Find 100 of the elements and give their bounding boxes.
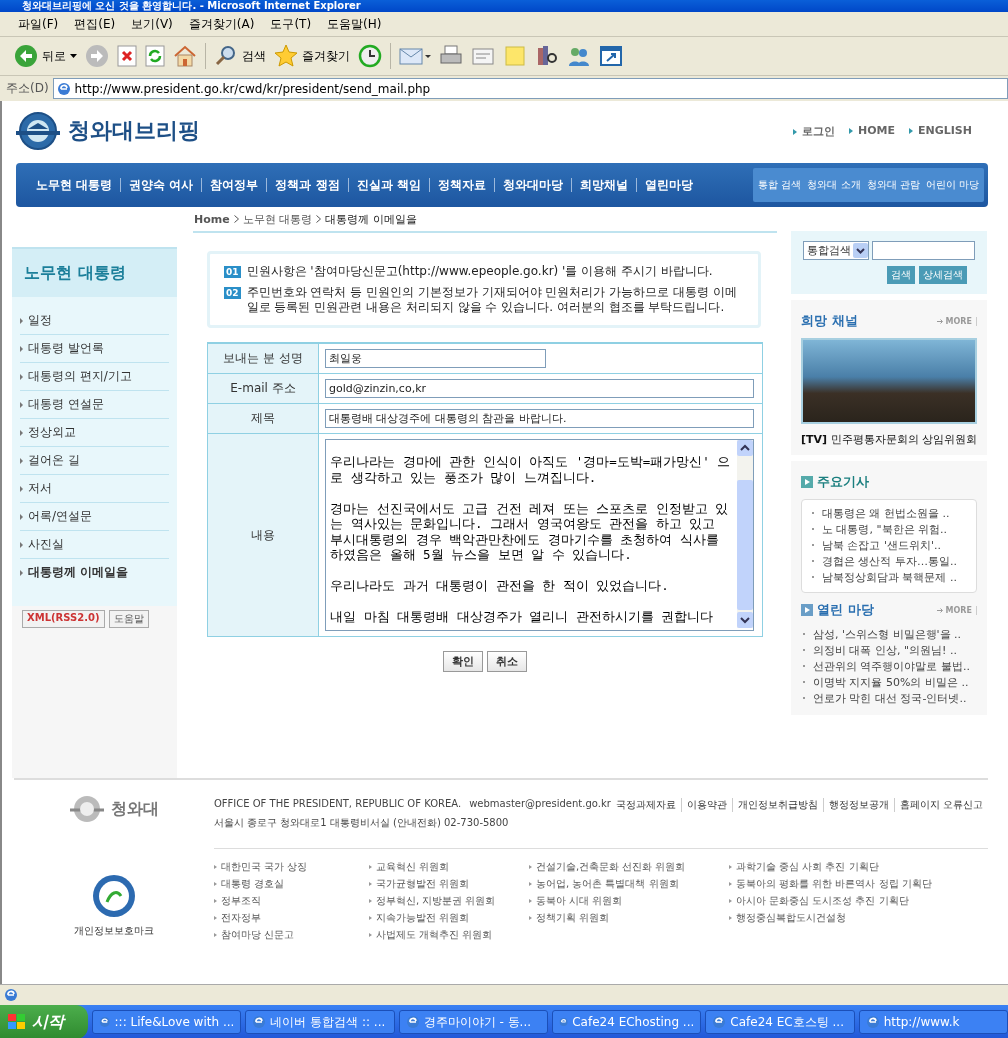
home-icon[interactable] xyxy=(173,44,197,68)
history-icon[interactable] xyxy=(358,44,382,68)
forum-link[interactable]: 삼성, '스위스형 비밀은행'을 .. xyxy=(801,627,977,643)
news-link[interactable]: 노 대통령, "북한은 위험.. xyxy=(810,522,968,538)
footer-link[interactable]: 정책기획 위원회 xyxy=(528,910,729,925)
input-field[interactable]: gold@zinzin,co,kr xyxy=(325,379,754,398)
footer-link[interactable]: 교육혁신 위원회 xyxy=(368,859,529,874)
footer-link[interactable]: 아시아 문화중심 도시조성 추진 기획단 xyxy=(728,893,979,908)
search-field[interactable] xyxy=(872,241,975,260)
footer-link[interactable]: 대통령 경호실 xyxy=(213,876,369,891)
nav-item[interactable]: 참여정부 xyxy=(201,178,267,192)
utility-link[interactable]: 어린이 마당 xyxy=(925,178,979,192)
footer-link[interactable]: 행정정보공개 xyxy=(822,798,894,812)
photo-placeholder[interactable] xyxy=(801,338,977,424)
forum-link[interactable]: 의정비 대폭 인상, "의원님! .. xyxy=(801,643,977,659)
email-link[interactable]: webmaster@president.go.kr xyxy=(469,798,611,812)
footer-link[interactable]: 정부조직 xyxy=(213,893,369,908)
forum-link[interactable]: 이명박 지지율 50%의 비밀은 .. xyxy=(801,675,977,691)
help-button[interactable]: 도움말 xyxy=(108,610,149,628)
nav-item[interactable]: 정책과 쟁점 xyxy=(266,178,348,192)
sidebar-item[interactable]: 사진실 xyxy=(20,531,169,559)
nav-item[interactable]: 희망채널 xyxy=(570,178,636,192)
footer-link[interactable]: 농어업, 농어촌 특별대책 위원회 xyxy=(528,876,729,891)
news-link[interactable]: 남북정상회담과 북핵문제 .. xyxy=(810,570,968,586)
search-button[interactable]: 검색 xyxy=(214,44,266,68)
rss-badge[interactable]: XML(RSS2.0) xyxy=(22,610,105,628)
refresh-icon[interactable] xyxy=(145,45,165,67)
footer-link[interactable]: 개인정보취급방침 xyxy=(731,798,823,812)
sidebar-item[interactable]: 저서 xyxy=(20,475,169,503)
news-link[interactable]: 남북 손잡고 '샌드위치'.. xyxy=(810,538,968,554)
confirm-button[interactable]: 확인 xyxy=(443,651,483,672)
footer-link[interactable]: 동북아 시대 위원회 xyxy=(528,893,729,908)
footer-link[interactable]: 이용약관 xyxy=(680,798,732,812)
footer-link[interactable]: 대한민국 국가 상징 xyxy=(213,859,369,874)
footer-link[interactable]: 과학기술 중심 사회 추진 기획단 xyxy=(728,859,979,874)
sidebar-item[interactable]: 대통령 발언록 xyxy=(20,335,169,363)
forum-link[interactable]: 선관위의 역주행이야말로 불법.. xyxy=(801,659,977,675)
sidebar-item[interactable]: 대통령께 이메일을 xyxy=(20,559,169,586)
stop-icon[interactable] xyxy=(117,45,137,67)
breadcrumb-item[interactable]: 노무현 대통령 xyxy=(242,211,313,227)
sidebar-item[interactable]: 어록/연설문 xyxy=(20,503,169,531)
input-field[interactable]: 대통령배 대상경주에 대통령의 참관을 바랍니다. xyxy=(325,409,754,428)
footer-link[interactable]: 건설기술,건축문화 선진화 위원회 xyxy=(528,859,729,874)
privacy-seal-icon[interactable] xyxy=(91,874,136,918)
back-button[interactable]: 뒤로 xyxy=(14,44,77,68)
footer-link[interactable]: 참여마당 신문고 xyxy=(213,927,369,942)
address-field[interactable]: http://www.president.go.kr/cwd/kr/president/send_mail.php xyxy=(52,78,1008,99)
footer-link[interactable]: 동북아의 평화를 위한 바른역사 정립 기획단 xyxy=(728,876,979,891)
taskbar-item[interactable]: Cafe24 EC호스팅 ... xyxy=(705,1010,855,1034)
utility-link[interactable]: 청와대 관람 xyxy=(866,178,920,192)
taskbar-item[interactable]: 네이버 통합검색 :: ... xyxy=(245,1010,395,1034)
footer-link[interactable]: 전자정부 xyxy=(213,910,369,925)
taskbar-item[interactable]: Cafe24 EChosting ... xyxy=(552,1010,702,1034)
window-icon[interactable] xyxy=(599,44,623,68)
forum-link[interactable]: 언로가 막힌 대선 정국-인터넷.. xyxy=(801,691,977,707)
top-link[interactable]: HOME xyxy=(849,123,895,139)
nav-item[interactable]: 진실과 책임 xyxy=(347,178,429,192)
input-field[interactable]: 최일웅 xyxy=(325,349,546,368)
menu-item[interactable]: 편집(E) xyxy=(68,13,122,35)
footer-link[interactable]: 사법제도 개혁추진 위원회 xyxy=(368,927,529,942)
footer-link[interactable]: 국정과제자료 xyxy=(610,798,681,812)
footer-link[interactable]: 정부혁신, 지방분권 위원회 xyxy=(368,893,529,908)
video-caption[interactable]: [TV] 민주평통자문회의 상임위원회 xyxy=(801,432,977,447)
sidebar-item[interactable]: 정상외교 xyxy=(20,419,169,447)
footer-link[interactable]: 홈페이지 오류신고 xyxy=(893,798,988,812)
news-link[interactable]: 경협은 생산적 투자…통일.. xyxy=(810,554,968,570)
sidebar-item[interactable]: 대통령 연설문 xyxy=(20,391,169,419)
footer-link[interactable]: 행정중심복합도시건설청 xyxy=(728,910,979,925)
taskbar-item[interactable]: 경주마이야기 - 동... xyxy=(398,1010,548,1034)
top-link[interactable]: 로그인 xyxy=(793,123,835,139)
nav-item[interactable]: 열린마당 xyxy=(635,178,701,192)
arrow-icon xyxy=(936,607,944,613)
menu-item[interactable]: 도움말(H) xyxy=(321,13,388,35)
menu-item[interactable]: 파일(F) xyxy=(12,13,65,35)
utility-link[interactable]: 통합 검색 xyxy=(758,178,802,192)
menu-item[interactable]: 도구(T) xyxy=(264,13,318,35)
news-link[interactable]: 대통령은 왜 헌법소원을 .. xyxy=(810,506,968,522)
footer-link[interactable]: 지속가능발전 위원회 xyxy=(368,910,529,925)
utility-link[interactable]: 청와대 소개 xyxy=(807,178,861,192)
favorites-button[interactable]: 즐겨찾기 xyxy=(274,44,350,68)
menu-item[interactable]: 즐겨찾기(A) xyxy=(182,13,261,35)
search-select[interactable]: 통합검색 xyxy=(803,241,869,260)
caret-icon xyxy=(70,54,77,58)
nav-item[interactable]: 노무현 대통령 xyxy=(28,178,121,192)
top-link[interactable]: ENGLISH xyxy=(909,123,972,139)
sidebar-item[interactable]: 일정 xyxy=(20,307,169,335)
taskbar-item[interactable]: ::: Life&Love with ... xyxy=(92,1010,242,1034)
nav-item[interactable]: 권양숙 여사 xyxy=(120,178,202,192)
sidebar-item[interactable]: 대통령의 편지/기고 xyxy=(20,363,169,391)
cancel-button[interactable]: 취소 xyxy=(487,651,527,672)
menu-item[interactable]: 보기(V) xyxy=(125,13,179,35)
nav-item[interactable]: 청와대마당 xyxy=(493,178,571,192)
site-logo[interactable]: 청와대브리핑 xyxy=(68,116,200,146)
books-icon[interactable] xyxy=(535,44,559,68)
taskbar-item[interactable]: http://www.k xyxy=(858,1010,1008,1034)
breadcrumb-item[interactable]: Home xyxy=(194,212,230,226)
scrollbar[interactable] xyxy=(737,440,753,628)
footer-link[interactable]: 국가균형발전 위원회 xyxy=(368,876,529,891)
nav-item[interactable]: 정책자료 xyxy=(428,178,494,192)
sidebar-item[interactable]: 걸어온 길 xyxy=(20,447,169,475)
